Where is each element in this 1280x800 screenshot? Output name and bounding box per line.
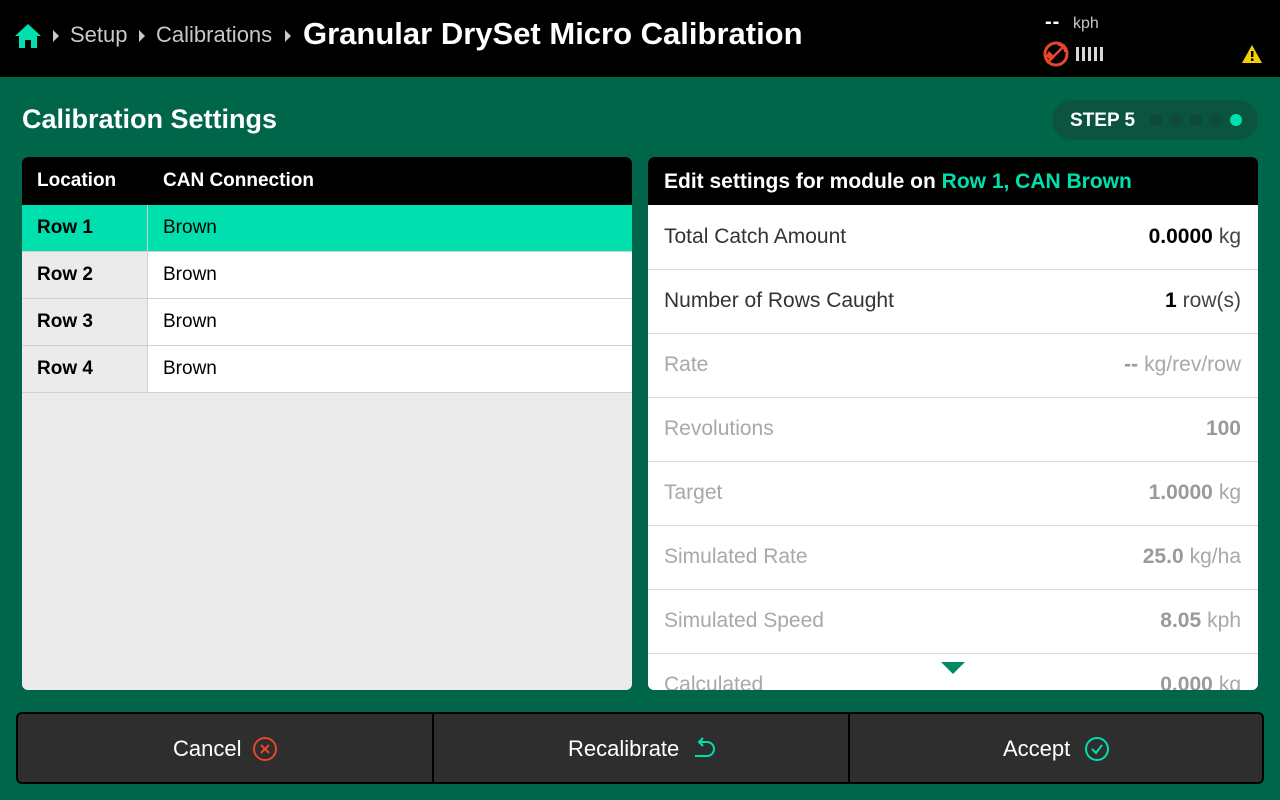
setting-value: 0.0000 — [1148, 225, 1213, 248]
setting-value: 100 — [1205, 417, 1241, 440]
step-dot — [1210, 114, 1222, 126]
step-label: STEP 5 — [1070, 110, 1136, 131]
row-can-connection: Brown — [163, 264, 217, 285]
setting-row-target: Target 1.0000 kg — [648, 462, 1258, 526]
row-location: Row 4 — [37, 358, 93, 379]
section-title: Calibration Settings — [22, 104, 278, 134]
setting-value: 1 — [1164, 289, 1177, 312]
settings-header: Edit settings for module on Row 1, CAN B… — [648, 157, 1258, 205]
home-icon[interactable] — [14, 23, 42, 49]
setting-label: Rate — [664, 353, 709, 376]
cancel-icon — [253, 737, 277, 761]
step-indicator: STEP 5 — [1052, 100, 1258, 140]
table-row[interactable]: Row 2 Brown — [22, 252, 632, 299]
table-row[interactable]: Row 3 Brown — [22, 299, 632, 346]
cancel-button[interactable]: Cancel — [18, 714, 432, 782]
chevron-right-icon — [139, 30, 145, 42]
setting-value: 1.0000 — [1148, 481, 1213, 504]
row-location: Row 2 — [37, 264, 93, 285]
setting-row-simulated-rate: Simulated Rate 25.0 kg/ha — [648, 526, 1258, 590]
column-header-can-connection: CAN Connection — [163, 170, 314, 191]
row-can-connection: Brown — [163, 358, 217, 379]
recalibrate-button-label: Recalibrate — [568, 736, 680, 761]
setting-label: Simulated Rate — [664, 545, 808, 568]
cancel-button-label: Cancel — [173, 736, 242, 761]
settings-header-prefix: Edit settings for module on — [664, 170, 942, 193]
setting-unit: kg/rev/row — [1144, 353, 1241, 376]
row-can-connection: Brown — [163, 311, 217, 332]
row-can-connection: Brown — [163, 217, 217, 238]
breadcrumb-setup[interactable]: Setup — [70, 22, 128, 48]
setting-label: Calculated — [664, 673, 764, 690]
setting-label: Number of Rows Caught — [664, 289, 894, 312]
setting-row-rate: Rate -- kg/rev/row — [648, 334, 1258, 398]
accept-button[interactable]: Accept — [850, 714, 1262, 782]
accept-button-label: Accept — [1003, 736, 1071, 761]
setting-row-revolutions: Revolutions 100 — [648, 398, 1258, 462]
setting-value: 25.0 — [1142, 545, 1184, 568]
step-dot — [1170, 114, 1182, 126]
setting-unit: kg — [1218, 673, 1241, 690]
setting-value: 8.05 — [1160, 609, 1202, 632]
setting-label: Total Catch Amount — [664, 225, 847, 248]
column-header-location: Location — [37, 170, 117, 191]
setting-value: 0.000 — [1160, 673, 1213, 690]
module-list-table: Location CAN Connection Row 1 Brown Row … — [22, 157, 632, 690]
setting-row-simulated-speed: Simulated Speed 8.05 kph — [648, 590, 1258, 654]
setting-label: Simulated Speed — [664, 609, 824, 632]
setting-unit: row(s) — [1182, 289, 1241, 312]
table-row[interactable]: Row 1 Brown — [22, 205, 632, 252]
row-location: Row 3 — [37, 311, 93, 332]
warning-icon[interactable] — [1241, 44, 1263, 64]
accept-icon — [1085, 737, 1109, 761]
row-location: Row 1 — [37, 217, 93, 238]
step-dot-active — [1230, 114, 1242, 126]
scroll-down-icon[interactable] — [940, 661, 966, 675]
top-bar: Setup Calibrations Granular DrySet Micro… — [0, 0, 1280, 77]
module-settings-panel: Edit settings for module on Row 1, CAN B… — [648, 157, 1258, 690]
setting-unit: kg/ha — [1189, 545, 1241, 568]
page-title: Granular DrySet Micro Calibration — [303, 16, 803, 51]
table-header: Location CAN Connection — [22, 157, 632, 205]
setting-unit: kg — [1218, 225, 1241, 248]
setting-row-total-catch-amount[interactable]: Total Catch Amount 0.0000 kg — [648, 206, 1258, 270]
settings-header-target: Row 1, CAN Brown — [941, 170, 1132, 193]
chevron-right-icon — [53, 30, 59, 42]
step-dot — [1150, 114, 1162, 126]
table-row[interactable]: Row 4 Brown — [22, 346, 632, 393]
chevron-right-icon — [285, 30, 291, 42]
setting-unit: kg — [1218, 481, 1241, 504]
action-bar: Cancel Recalibrate Accept — [16, 712, 1264, 784]
setting-row-number-of-rows-caught[interactable]: Number of Rows Caught 1 row(s) — [648, 270, 1258, 334]
setting-unit: kph — [1207, 609, 1241, 632]
recalibrate-icon — [695, 737, 715, 757]
breadcrumb-calibrations[interactable]: Calibrations — [156, 22, 272, 48]
setting-label: Revolutions — [664, 417, 774, 440]
setting-value: -- — [1124, 353, 1139, 376]
step-dot — [1190, 114, 1202, 126]
speed-value: -- — [1045, 11, 1061, 33]
speed-unit: kph — [1073, 15, 1099, 32]
setting-label: Target — [664, 481, 723, 504]
recalibrate-button[interactable]: Recalibrate — [434, 714, 848, 782]
gps-warning-icon[interactable] — [1043, 41, 1069, 67]
signal-bars-icon — [1076, 47, 1103, 61]
